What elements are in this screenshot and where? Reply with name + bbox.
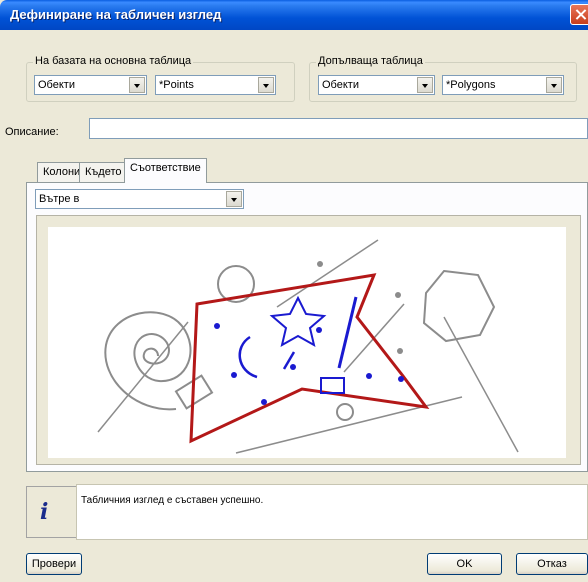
inside-dot xyxy=(214,323,220,329)
outside-line xyxy=(276,239,379,308)
inside-dot xyxy=(290,364,296,370)
close-icon[interactable] xyxy=(570,4,588,25)
chevron-down-icon[interactable] xyxy=(546,77,562,93)
outside-line xyxy=(443,316,519,453)
window-title: Дефиниране на табличен изглед xyxy=(10,7,222,22)
chevron-down-icon[interactable] xyxy=(258,77,274,93)
inside-dot xyxy=(231,372,237,378)
description-label: Описание: xyxy=(5,126,59,138)
outside-dot xyxy=(317,261,323,267)
chevron-down-icon[interactable] xyxy=(226,191,242,207)
outside-dot xyxy=(395,292,401,298)
tab-correspondence-label: Съответствие xyxy=(130,162,201,174)
outside-dot xyxy=(397,348,403,354)
tab-columns-label: Колони xyxy=(43,166,81,178)
tab-where[interactable]: Където xyxy=(79,162,128,182)
join-table-value: *Polygons xyxy=(446,79,496,91)
outside-circle xyxy=(336,403,354,421)
tab-where-label: Където xyxy=(85,166,122,178)
inside-dot xyxy=(398,376,404,382)
container-polygon xyxy=(189,273,430,444)
join-category-select[interactable]: Обекти xyxy=(318,75,435,95)
chevron-down-icon[interactable] xyxy=(129,77,145,93)
description-input[interactable] xyxy=(89,118,588,139)
title-bar[interactable]: Дефиниране на табличен изглед xyxy=(0,0,588,30)
join-table-select[interactable]: *Polygons xyxy=(442,75,564,95)
base-category-value: Обекти xyxy=(38,79,75,91)
relation-illustration xyxy=(48,227,566,458)
inside-dot xyxy=(316,327,322,333)
outside-heptagon xyxy=(422,269,496,343)
join-category-value: Обекти xyxy=(322,79,359,91)
chevron-down-icon[interactable] xyxy=(417,77,433,93)
check-button[interactable]: Провери xyxy=(26,553,82,575)
inside-arc xyxy=(238,335,258,379)
status-message-box: Табличния изглед е съставен успешно. xyxy=(76,484,588,540)
inside-dot xyxy=(261,399,267,405)
info-icon: i xyxy=(40,499,49,525)
status-message: Табличния изглед е съставен успешно. xyxy=(81,495,264,506)
inside-dot xyxy=(366,373,372,379)
ok-button[interactable]: OK xyxy=(427,553,502,575)
join-table-legend: Допълваща таблица xyxy=(316,55,425,67)
inside-line xyxy=(337,296,358,369)
base-table-select[interactable]: *Points xyxy=(155,75,276,95)
relation-select[interactable]: Вътре в xyxy=(35,189,244,209)
tab-correspondence[interactable]: Съответствие xyxy=(124,158,207,183)
base-table-legend: На базата на основна таблица xyxy=(33,55,194,67)
relation-value: Вътре в xyxy=(39,193,80,205)
cancel-button[interactable]: Отказ xyxy=(516,553,588,575)
base-table-value: *Points xyxy=(159,79,194,91)
base-category-select[interactable]: Обекти xyxy=(34,75,147,95)
